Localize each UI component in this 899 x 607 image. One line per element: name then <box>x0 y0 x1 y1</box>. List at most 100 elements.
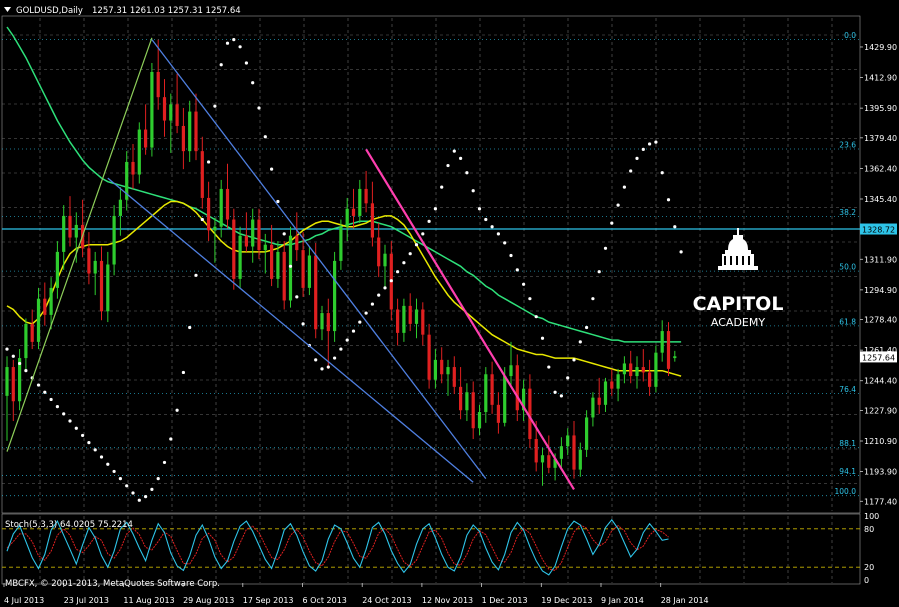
logo-word-academy: ACADEMY <box>711 316 765 329</box>
psar-dot <box>106 462 110 466</box>
candle-body <box>49 287 53 315</box>
candle-body <box>414 309 419 324</box>
date-tick-label: 4 Jul 2013 <box>4 596 44 605</box>
psar-dot <box>194 273 198 277</box>
ohlc-values: 1257.31 1261.03 1257.31 1257.64 <box>92 6 241 16</box>
psar-dot <box>87 441 91 445</box>
candle-body <box>276 251 280 279</box>
candle-body <box>465 392 469 411</box>
candle-body <box>169 104 173 121</box>
candle-body <box>244 235 248 247</box>
candles <box>5 39 677 486</box>
channel-line <box>107 177 474 483</box>
psar-dot <box>654 140 658 144</box>
candle-body <box>339 226 343 261</box>
psar-dot <box>326 365 330 369</box>
copyright-text: MBCFX, © 2001-2013, MetaQuotes Software … <box>5 579 220 589</box>
candle-body <box>503 376 507 423</box>
psar-dot <box>591 297 595 301</box>
candle-body <box>597 397 601 405</box>
psar-dot <box>496 232 500 236</box>
resistance-price-label: 1328.72 <box>862 226 895 235</box>
candle-body <box>282 251 286 301</box>
psar-dot <box>377 293 381 297</box>
psar-dot <box>673 225 677 229</box>
psar-dot <box>427 219 431 223</box>
candle-body <box>68 215 72 238</box>
candle-body <box>118 199 122 216</box>
candle-body <box>162 97 167 121</box>
psar-dot <box>679 250 683 254</box>
psar-dot <box>553 390 557 394</box>
candle-body <box>137 129 141 175</box>
candle-body <box>540 455 545 463</box>
fib-level-label: 100.0 <box>835 487 857 496</box>
psar-dot <box>396 270 400 274</box>
candle-body <box>99 260 104 312</box>
psar-dot <box>118 477 122 481</box>
psar-dot <box>333 356 337 360</box>
psar-dot <box>578 340 582 344</box>
candle-body <box>345 208 349 227</box>
psar-dot <box>534 315 538 319</box>
candle-body <box>421 309 425 335</box>
candle-body <box>314 255 318 330</box>
candle-body <box>351 208 356 216</box>
psar-dot <box>55 405 60 409</box>
psar-dot <box>93 448 97 452</box>
stochastic-tick-label: 100 <box>864 512 879 521</box>
psar-dot <box>314 358 318 362</box>
candle-body <box>427 334 431 380</box>
psar-dot <box>144 495 148 499</box>
candle-body <box>87 248 91 274</box>
psar-dot <box>288 264 293 268</box>
candle-body <box>566 435 570 447</box>
candle-body <box>74 224 78 238</box>
price-tick-label: 1412.90 <box>864 74 897 83</box>
candle-body <box>295 235 299 251</box>
candle-body <box>591 397 595 418</box>
fib-level-label: 76.4 <box>839 385 856 394</box>
psar-dot <box>471 189 475 193</box>
candle-body <box>36 298 41 342</box>
psar-dot <box>156 477 160 481</box>
fib-level-label: 0.0 <box>844 31 856 40</box>
candle-body <box>459 386 463 411</box>
psar-dot <box>200 217 204 222</box>
psar-dot <box>641 147 645 151</box>
candle-body <box>232 219 236 279</box>
psar-dot <box>408 252 412 256</box>
psar-dot <box>169 437 173 441</box>
date-tick-label: 28 Jan 2014 <box>661 596 709 605</box>
psar-dot <box>433 207 437 211</box>
psar-dot <box>522 282 526 286</box>
psar-dot <box>150 487 154 492</box>
current-price-label: 1257.64 <box>862 353 895 362</box>
fib-level-label: 50.0 <box>839 263 856 272</box>
psar-dot <box>440 185 444 189</box>
candle-body <box>364 188 368 204</box>
psar-dot <box>509 253 513 258</box>
psar-dot <box>238 45 242 49</box>
candle-body <box>616 374 620 389</box>
dropdown-triangle-icon[interactable] <box>4 7 11 12</box>
psar-dot <box>490 225 494 229</box>
candle-body <box>377 237 381 267</box>
candle-body <box>484 374 488 413</box>
psar-dot <box>566 376 570 380</box>
psar-dot <box>421 232 425 236</box>
capitol-dome-icon <box>718 228 758 270</box>
candle-body <box>131 161 135 175</box>
psar-dot <box>74 426 78 430</box>
chart-canvas[interactable]: 0.0 23.6 38.2 50.0 61.8 76.4 88.1 94.1 100.0 142… <box>0 0 899 607</box>
candle-body <box>288 235 293 301</box>
price-tick-label: 1177.40 <box>864 497 897 506</box>
psar-dot <box>465 171 469 175</box>
psar-dot <box>282 232 286 236</box>
psar-dot <box>666 198 671 202</box>
psar-dot <box>648 142 652 146</box>
candle-body <box>144 129 148 148</box>
psar-dot <box>112 469 116 474</box>
candle-body <box>106 264 110 312</box>
psar-dot <box>263 135 267 139</box>
